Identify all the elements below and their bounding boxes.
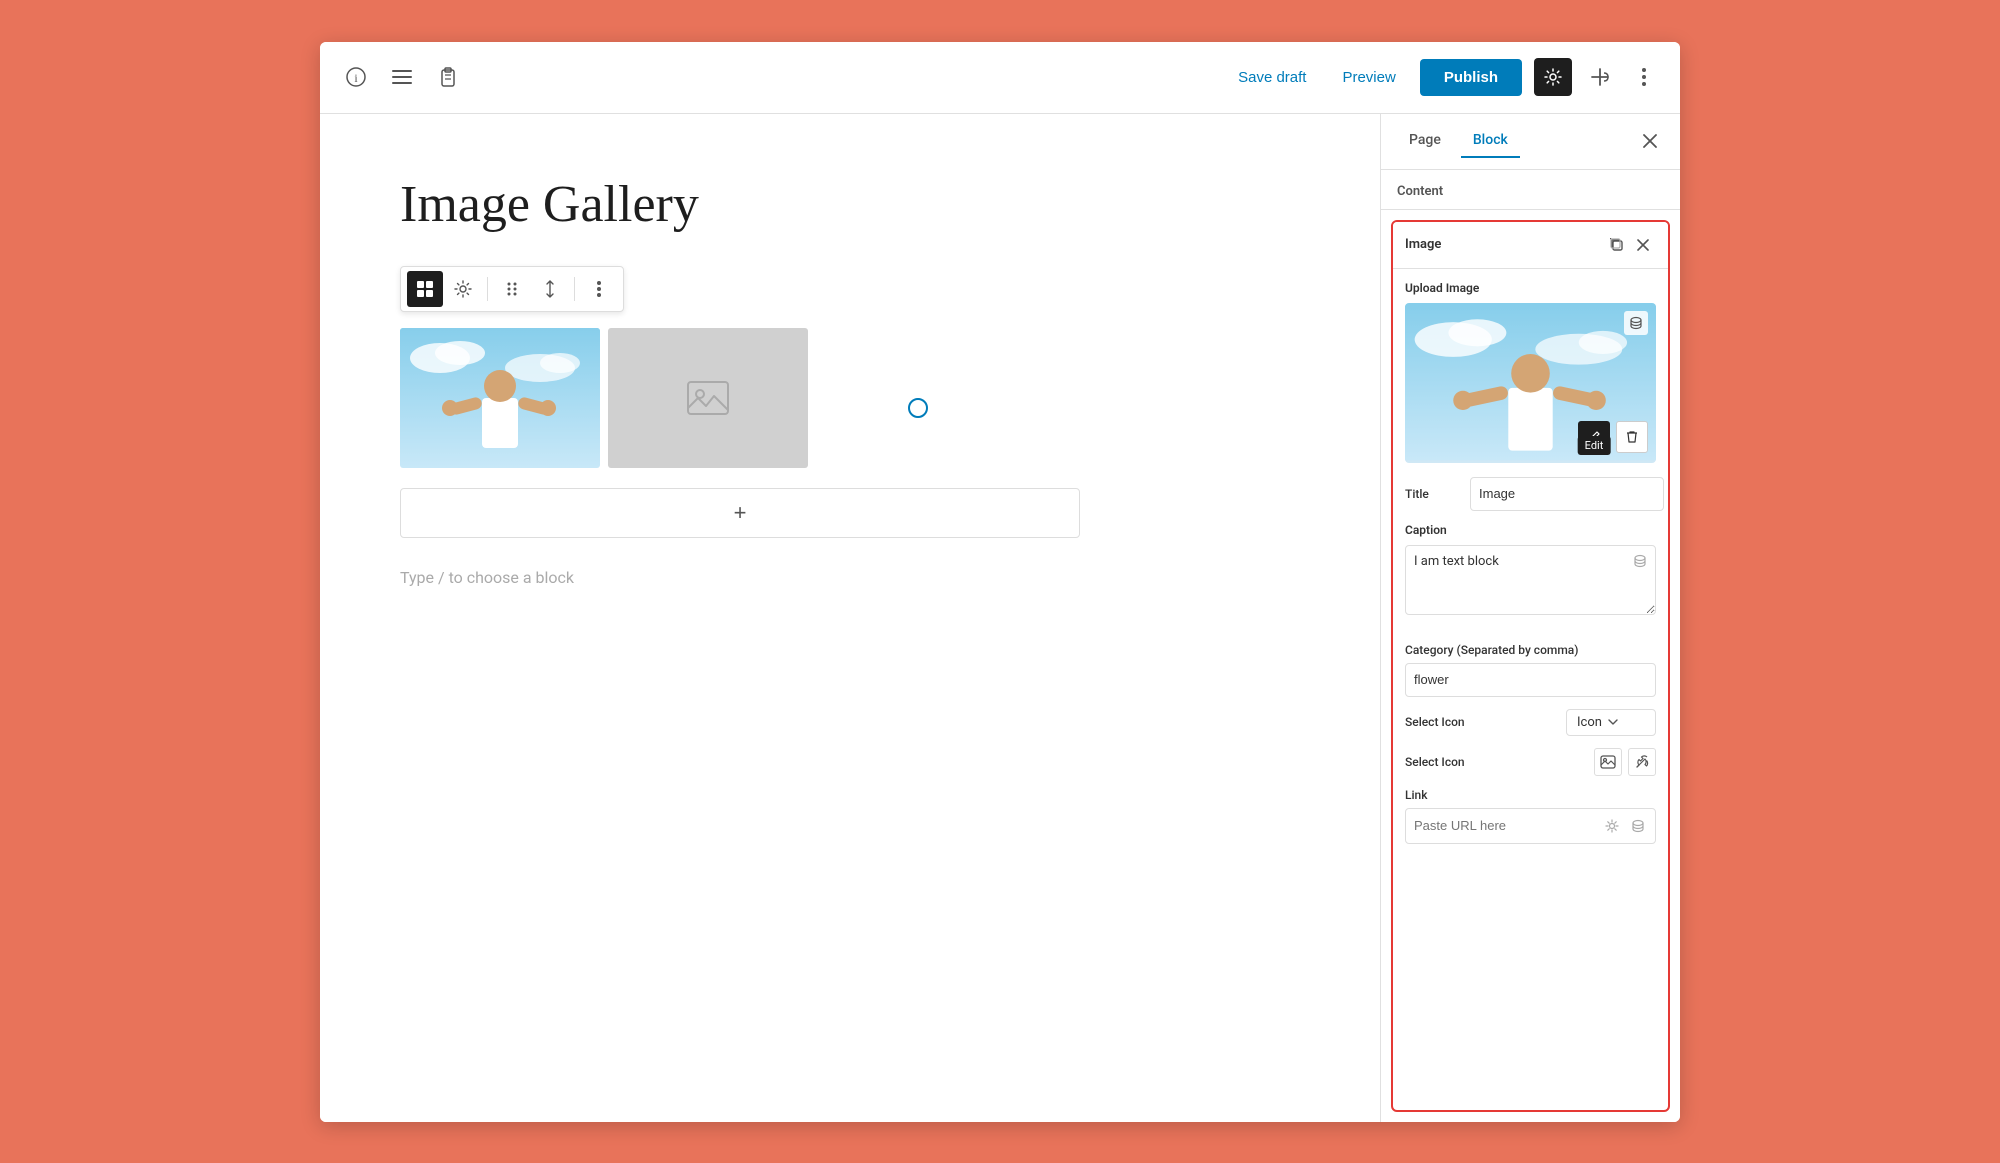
gallery-grid	[400, 328, 808, 468]
drag-handle-button[interactable]	[494, 271, 530, 307]
toolbar-right: Save draft Preview Publish	[1226, 58, 1660, 96]
link-label: Link	[1405, 788, 1656, 802]
gallery-item-2[interactable]	[608, 328, 808, 468]
gallery-item-1[interactable]	[400, 328, 600, 468]
upload-image-label: Upload Image	[1405, 281, 1656, 295]
gallery-wrapper	[400, 328, 808, 488]
close-block-button[interactable]	[1630, 232, 1656, 258]
select-icon-label: Select Icon	[1405, 715, 1566, 729]
edit-btn-wrapper: Edit	[1578, 421, 1610, 453]
plugin-icon[interactable]	[1584, 61, 1616, 93]
toolbar-divider	[487, 277, 488, 301]
type-prompt: Type / to choose a block	[400, 568, 1300, 587]
preview-button[interactable]: Preview	[1330, 61, 1407, 94]
gear-icon[interactable]	[1534, 58, 1572, 96]
drag-resize-circle[interactable]	[908, 398, 928, 418]
panel-tabs: Page Block	[1381, 114, 1680, 170]
edit-label: Edit	[1578, 436, 1611, 455]
add-block-plus-icon: +	[734, 500, 747, 526]
select-icon-row: Select Icon Icon	[1405, 709, 1656, 736]
category-input[interactable]	[1405, 663, 1656, 697]
upload-image-area[interactable]: Edit	[1405, 303, 1656, 463]
publish-button[interactable]: Publish	[1420, 59, 1522, 96]
top-toolbar: i Save draft Preview	[320, 42, 1680, 114]
tab-page[interactable]: Page	[1397, 124, 1453, 158]
caption-db-icon[interactable]	[1630, 551, 1650, 571]
main-area: Image Gallery	[320, 114, 1680, 1122]
save-draft-button[interactable]: Save draft	[1226, 61, 1318, 94]
title-input[interactable]	[1470, 477, 1664, 511]
link-input-wrapper	[1405, 808, 1656, 844]
icon-image-button[interactable]	[1594, 748, 1622, 776]
select-icon-buttons	[1594, 748, 1656, 776]
editor-canvas: Image Gallery	[320, 114, 1380, 1122]
category-input-wrapper	[1405, 663, 1656, 697]
toolbar-divider2	[574, 277, 575, 301]
content-label: Content	[1381, 170, 1680, 210]
block-toolbar	[400, 266, 624, 312]
title-label: Title	[1405, 487, 1470, 501]
image-block-title: Image	[1405, 237, 1604, 252]
delete-image-button[interactable]	[1616, 421, 1648, 453]
upload-db-icon[interactable]	[1624, 311, 1648, 335]
list-icon[interactable]	[386, 61, 418, 93]
category-label: Category (Separated by comma)	[1405, 643, 1656, 657]
link-input[interactable]	[1406, 818, 1601, 833]
svg-text:i: i	[354, 71, 358, 85]
select-icon-value: Icon	[1577, 715, 1602, 730]
image-block-card: Image	[1391, 220, 1670, 1112]
select-icon-dropdown[interactable]: Icon	[1566, 709, 1656, 736]
copy-block-button[interactable]	[1604, 232, 1630, 258]
link-gear-icon[interactable]	[1601, 815, 1623, 837]
add-block-button[interactable]: +	[400, 488, 1080, 538]
clipboard-icon[interactable]	[432, 61, 464, 93]
image-action-buttons: Edit	[1578, 421, 1648, 453]
select-icon-row2: Select Icon	[1405, 748, 1656, 776]
editor-window: i Save draft Preview	[320, 42, 1680, 1122]
toolbar-left: i	[340, 61, 464, 93]
caption-wrapper: I am text block	[1405, 545, 1656, 631]
image-block-card-header: Image	[1393, 222, 1668, 269]
icon-wrench-button[interactable]	[1628, 748, 1656, 776]
tab-block[interactable]: Block	[1461, 124, 1520, 158]
page-title: Image Gallery	[400, 174, 1300, 236]
panel-close-button[interactable]	[1636, 127, 1664, 155]
link-db-icon[interactable]	[1627, 815, 1649, 837]
more-options-icon[interactable]	[1628, 61, 1660, 93]
right-panel: Page Block Content Image	[1380, 114, 1680, 1122]
card-body: Upload Image	[1393, 269, 1668, 1110]
move-arrows-button[interactable]	[532, 271, 568, 307]
caption-label: Caption	[1405, 523, 1656, 537]
settings-button[interactable]	[445, 271, 481, 307]
title-row: Title	[1405, 477, 1656, 511]
link-input-icons	[1601, 815, 1655, 837]
block-more-button[interactable]	[581, 271, 617, 307]
select-icon-label2: Select Icon	[1405, 755, 1594, 769]
gallery-view-button[interactable]	[407, 271, 443, 307]
info-icon[interactable]: i	[340, 61, 372, 93]
caption-textarea[interactable]: I am text block	[1405, 545, 1656, 615]
